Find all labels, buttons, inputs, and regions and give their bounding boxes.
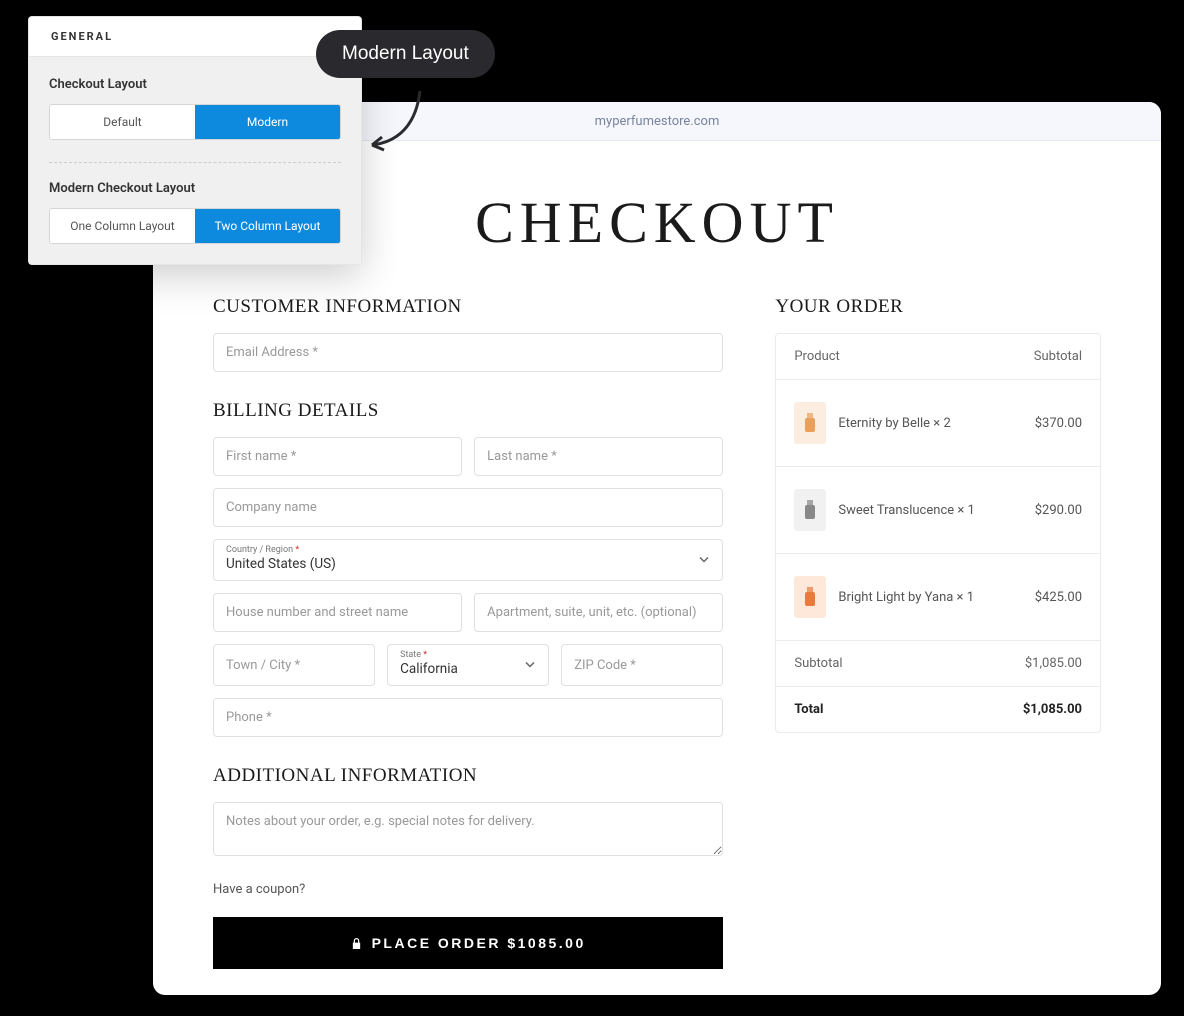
- order-line-item: Bright Light by Yana × 1 $425.00: [776, 554, 1100, 641]
- product-price: $425.00: [1035, 590, 1082, 605]
- your-order-heading: YOUR ORDER: [775, 296, 1101, 318]
- url-display: myperfumestore.com: [595, 114, 720, 129]
- place-order-button[interactable]: PLACE ORDER $1085.00: [213, 917, 723, 969]
- product-thumbnail-icon: [794, 489, 826, 531]
- checkout-layout-segmented: Default Modern: [49, 104, 341, 140]
- callout-pill: Modern Layout: [316, 30, 495, 78]
- apartment-input[interactable]: [474, 593, 723, 632]
- zip-input[interactable]: [561, 644, 723, 686]
- city-input[interactable]: [213, 644, 375, 686]
- product-name: Sweet Translucence × 1: [838, 503, 975, 518]
- product-name: Bright Light by Yana × 1: [838, 590, 974, 605]
- product-thumbnail-icon: [794, 576, 826, 618]
- order-notes-textarea[interactable]: [213, 802, 723, 856]
- checkout-page: CHECKOUT CUSTOMER INFORMATION BILLING DE…: [153, 141, 1161, 995]
- company-input[interactable]: [213, 488, 723, 527]
- state-select-wrap[interactable]: State * California: [387, 644, 549, 686]
- modern-layout-segmented: One Column Layout Two Column Layout: [49, 208, 341, 244]
- email-input[interactable]: [213, 333, 723, 372]
- country-value: United States (US): [226, 556, 710, 572]
- billing-details-heading: BILLING DETAILS: [213, 400, 723, 422]
- first-name-input[interactable]: [213, 437, 462, 476]
- total-value: $1,085.00: [1023, 702, 1082, 717]
- subtotal-value: $1,085.00: [1025, 656, 1082, 671]
- settings-tab-general[interactable]: GENERAL: [29, 17, 361, 57]
- order-col-product: Product: [794, 349, 839, 364]
- place-order-label: PLACE ORDER $1085.00: [372, 935, 586, 951]
- order-line-item: Sweet Translucence × 1 $290.00: [776, 467, 1100, 554]
- product-price: $290.00: [1035, 503, 1082, 518]
- coupon-link[interactable]: Have a coupon?: [213, 882, 723, 897]
- state-value: California: [400, 661, 536, 677]
- layout-option-two-column[interactable]: Two Column Layout: [195, 209, 340, 243]
- layout-option-default[interactable]: Default: [50, 105, 195, 139]
- order-col-subtotal: Subtotal: [1034, 349, 1082, 364]
- checkout-layout-label: Checkout Layout: [49, 77, 341, 92]
- street-input[interactable]: [213, 593, 462, 632]
- checkout-form-column: CUSTOMER INFORMATION BILLING DETAILS Cou…: [213, 296, 723, 969]
- country-label: Country / Region: [226, 545, 293, 555]
- order-line-item: Eternity by Belle × 2 $370.00: [776, 380, 1100, 467]
- product-thumbnail-icon: [794, 402, 826, 444]
- customer-info-heading: CUSTOMER INFORMATION: [213, 296, 723, 318]
- last-name-input[interactable]: [474, 437, 723, 476]
- settings-panel: GENERAL Checkout Layout Default Modern M…: [28, 16, 362, 265]
- total-label: Total: [794, 702, 823, 717]
- state-label: State: [400, 650, 421, 660]
- order-summary-column: YOUR ORDER Product Subtotal Eternity by …: [775, 296, 1101, 969]
- layout-option-modern[interactable]: Modern: [195, 105, 340, 139]
- phone-input[interactable]: [213, 698, 723, 737]
- order-summary-box: Product Subtotal Eternity by Belle × 2 $3…: [775, 333, 1101, 733]
- product-name: Eternity by Belle × 2: [838, 416, 950, 431]
- product-price: $370.00: [1035, 416, 1082, 431]
- additional-info-heading: ADDITIONAL INFORMATION: [213, 765, 723, 787]
- lock-icon: [351, 937, 362, 950]
- callout-annotation: Modern Layout: [316, 30, 495, 78]
- arrow-icon: [360, 83, 430, 163]
- layout-option-one-column[interactable]: One Column Layout: [50, 209, 195, 243]
- modern-checkout-layout-label: Modern Checkout Layout: [49, 181, 341, 196]
- country-select-wrap[interactable]: Country / Region * United States (US): [213, 539, 723, 581]
- subtotal-label: Subtotal: [794, 656, 842, 671]
